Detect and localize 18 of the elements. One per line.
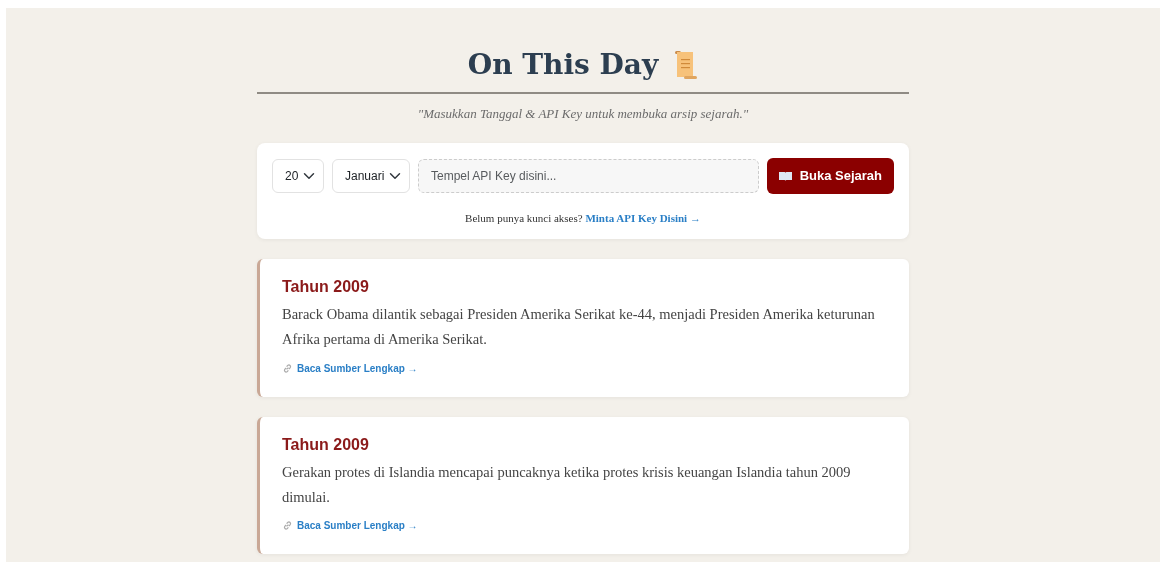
hint-text: Belum punya kunci akses? Minta API Key Disini → [464,211,702,227]
day-select[interactable]: 20 [272,159,324,194]
link-icon [282,362,293,374]
event-description: Gerakan protes di Islandia mencapai puncaknya ketika protes krisis keuangan Islandia tahun 2009 dimulai. [282,462,852,508]
link-icon [282,520,293,532]
event-year: Tahun 2009 [282,276,370,296]
open-history-button[interactable]: Buka Sejarah [766,158,894,195]
source-link[interactable]: Baca Sumber Lengkap → [282,360,418,376]
subtitle: "Masukkan Tanggal & API Key untuk membuka arsip sejarah." [416,104,750,123]
book-icon [778,171,792,182]
scroll-icon [674,49,699,80]
month-select[interactable]: Januari [332,159,410,194]
api-key-field[interactable]: Tempel API Key disini... [418,159,759,194]
page-title: On This Day [467,48,659,82]
api-key-link[interactable]: Minta API Key Disini → [585,212,701,225]
event-year: Tahun 2009 [282,434,370,454]
source-link[interactable]: Baca Sumber Lengkap → [282,518,418,534]
event-description: Barack Obama dilantik sebagai Presiden Amerika Serikat ke-44, menjadi Presiden Amerika keturunan Afrika pertama di Amerika Serikat. [282,304,876,350]
